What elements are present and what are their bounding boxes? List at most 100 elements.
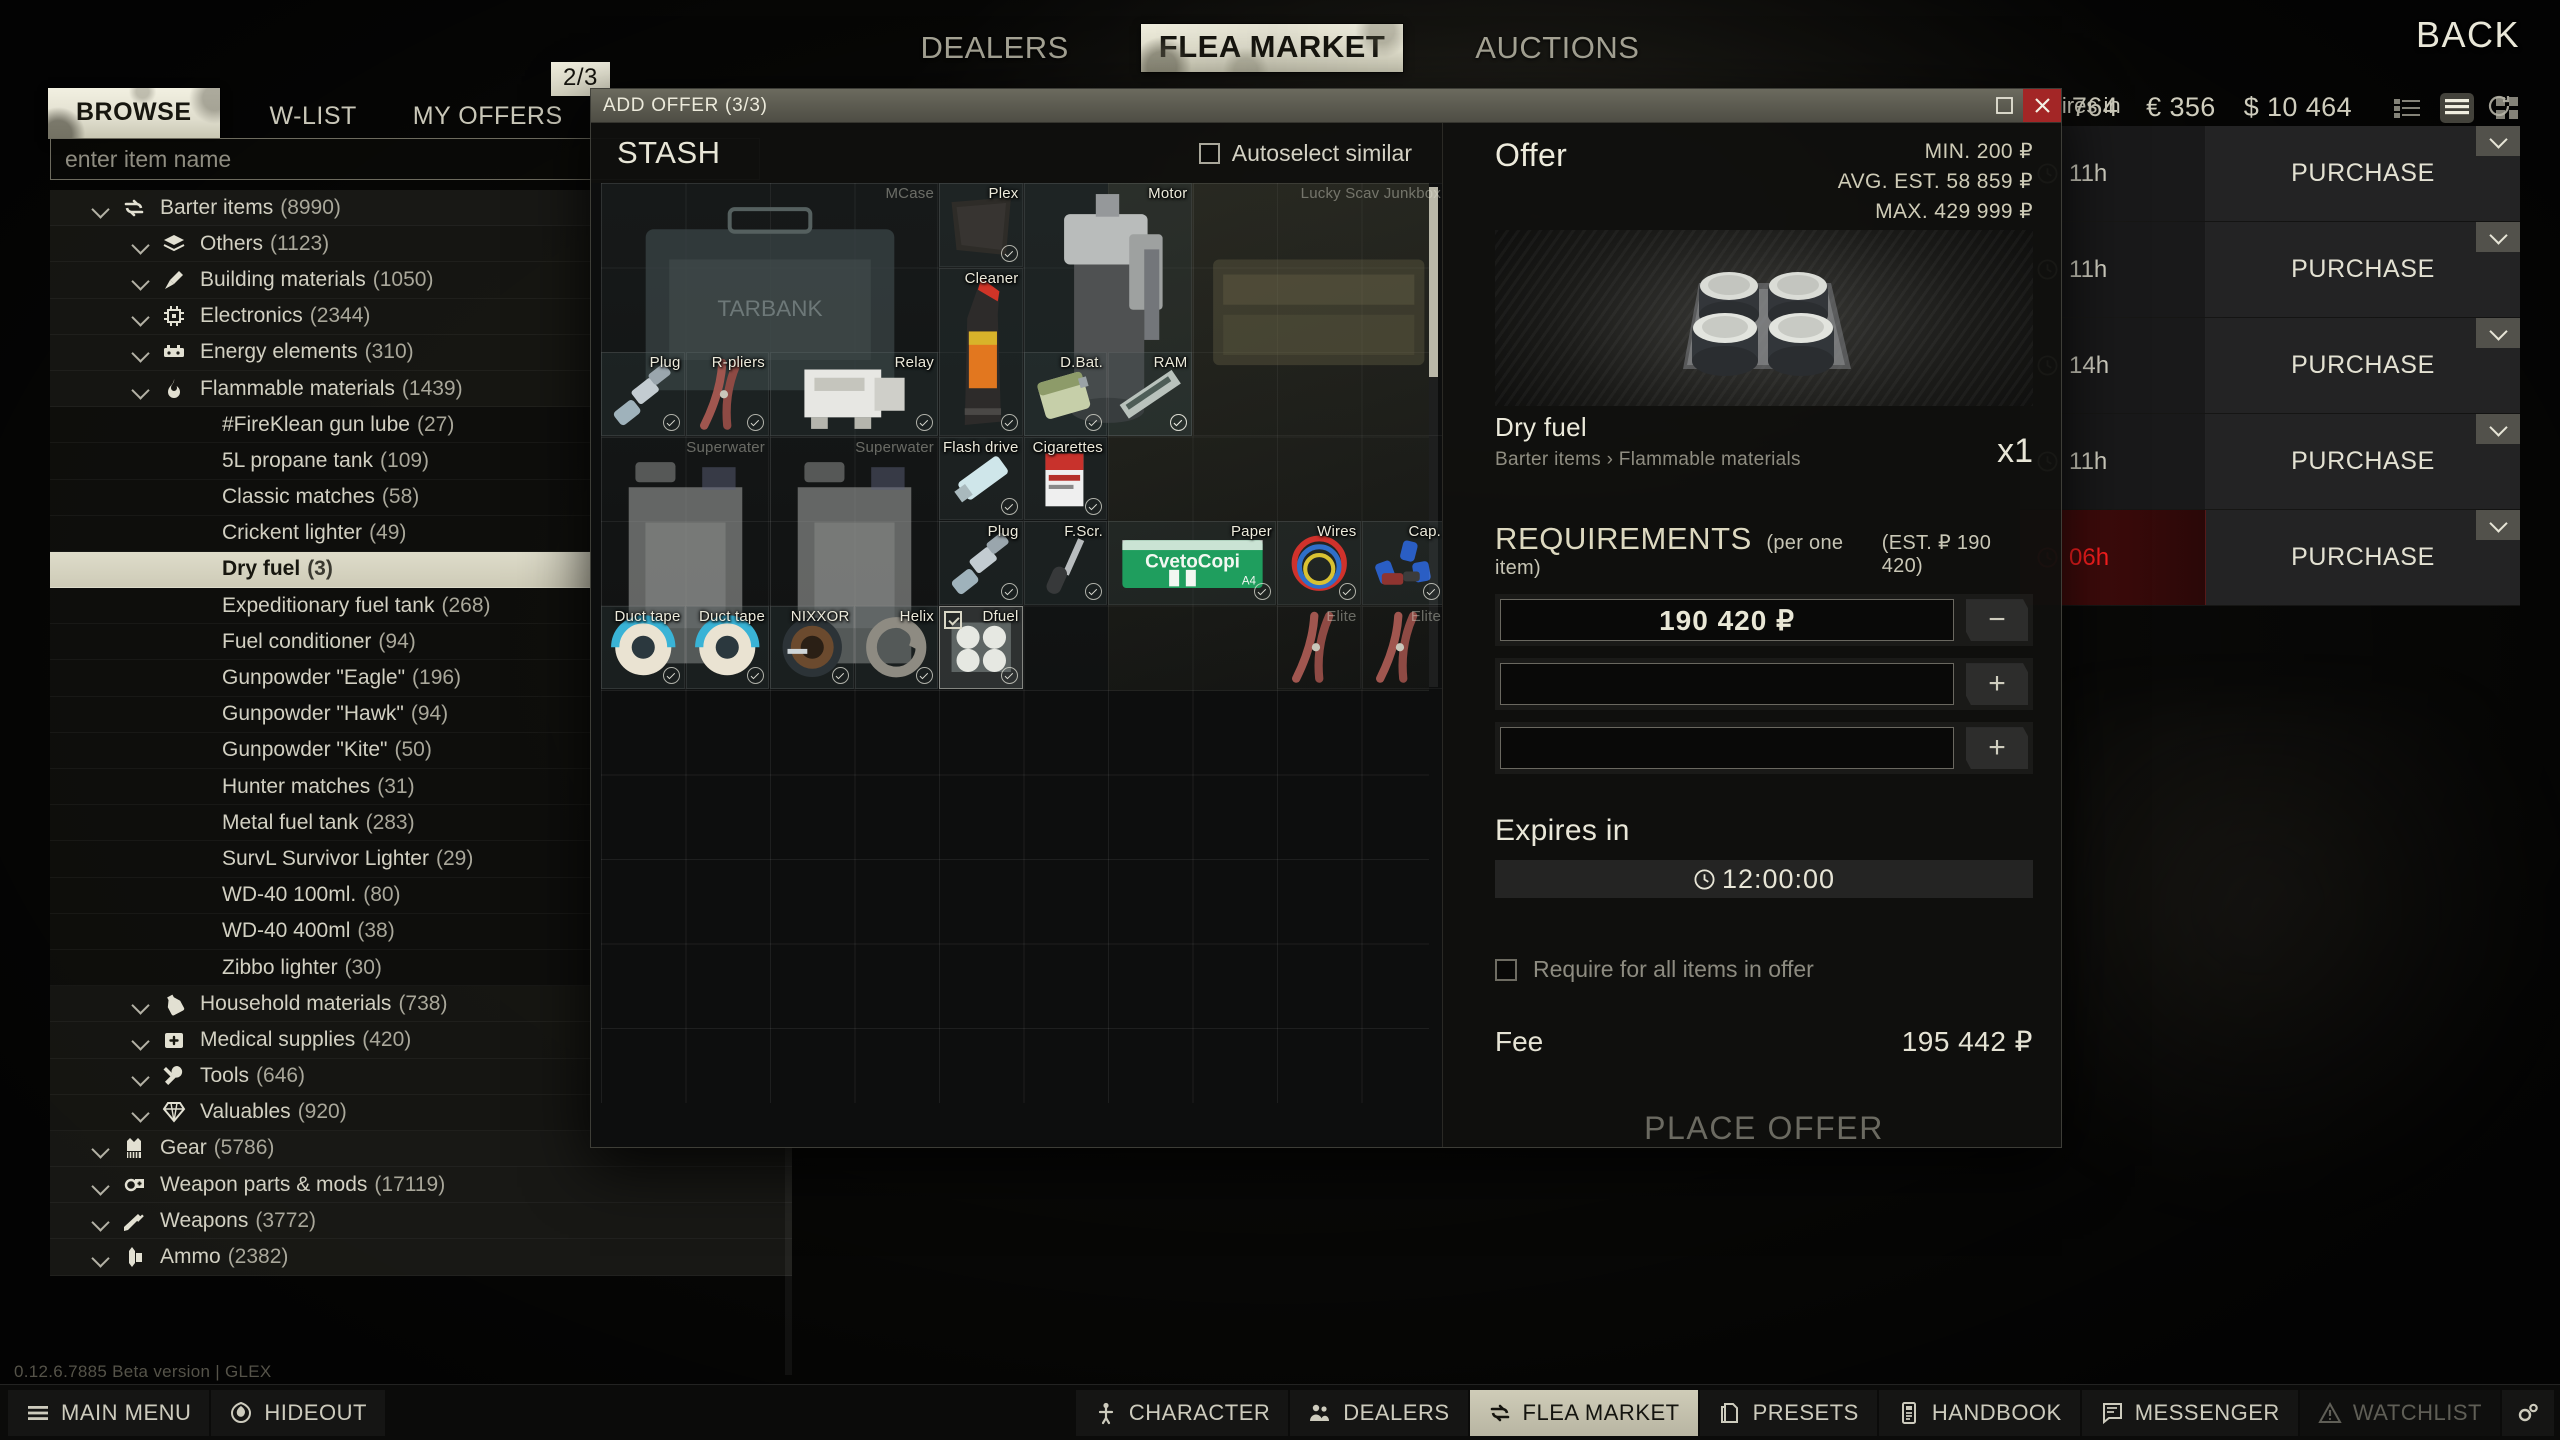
grid-icon[interactable]: [2490, 93, 2524, 123]
chevron-down-icon[interactable]: [130, 233, 152, 255]
chevron-down-icon[interactable]: [90, 1174, 112, 1196]
purchase-button[interactable]: PURCHASE: [2206, 510, 2520, 605]
chevron-down-icon[interactable]: [2476, 318, 2520, 348]
list-icon[interactable]: [2440, 92, 2474, 123]
stash-item-cell[interactable]: R-pliers: [685, 352, 769, 436]
stash-item-label: Wires: [1317, 523, 1357, 540]
chevron-down-icon[interactable]: [2476, 222, 2520, 252]
tree-row-count: (310): [364, 340, 414, 364]
chevron-down-icon[interactable]: [130, 1065, 152, 1087]
stash-item-cell[interactable]: F.Scr.: [1023, 521, 1107, 605]
stash-item-cell[interactable]: Wires: [1277, 521, 1361, 605]
stash-item-cell[interactable]: Duct tape: [685, 605, 769, 689]
require-all-checkbox[interactable]: Require for all items in offer: [1495, 956, 2033, 983]
requirement-price-input[interactable]: [1500, 663, 1954, 706]
topnav-item-dealers[interactable]: DEALERS: [911, 26, 1079, 70]
stash-item-cell[interactable]: Lucky Scav Junkbox: [1192, 183, 1442, 436]
taskbar-dealers[interactable]: DEALERS: [1290, 1389, 1468, 1436]
purchase-button[interactable]: PURCHASE: [2206, 222, 2520, 317]
stash-item-cell[interactable]: Cleaner: [939, 267, 1023, 436]
character-icon: [1094, 1401, 1118, 1425]
requirement-plus-button[interactable]: +: [1966, 663, 2028, 706]
tree-row-count: (646): [256, 1064, 306, 1088]
clock-icon: [1694, 869, 1715, 890]
chevron-down-icon[interactable]: [2476, 510, 2520, 540]
settings-gear-icon: [2516, 1401, 2540, 1425]
stash-item-cell[interactable]: NIXXOR: [770, 605, 854, 689]
expires-in-value[interactable]: 12:00:00: [1495, 860, 2033, 898]
requirement-minus-button[interactable]: −: [1966, 599, 2028, 642]
chevron-down-icon[interactable]: [130, 378, 152, 400]
subtab-w-list[interactable]: W-LIST: [264, 94, 363, 139]
compact-list-icon[interactable]: [2390, 93, 2424, 123]
modal-titlebar[interactable]: ADD OFFER (3/3): [591, 89, 2061, 123]
offer-list-row[interactable]: 11h PURCHASE: [2020, 222, 2520, 318]
item-found-in-raid-icon: [1085, 413, 1102, 431]
taskbar-handbook[interactable]: HANDBOOK: [1878, 1389, 2080, 1436]
taskbar-main-menu[interactable]: MAIN MENU: [8, 1389, 210, 1436]
chevron-down-icon[interactable]: [130, 993, 152, 1015]
topnav-item-auctions[interactable]: AUCTIONS: [1465, 26, 1649, 70]
stash-item-label: Superwater: [855, 438, 934, 456]
chevron-down-icon[interactable]: [130, 269, 152, 291]
chevron-down-icon[interactable]: [130, 1101, 152, 1123]
purchase-button[interactable]: PURCHASE: [2206, 126, 2520, 221]
stash-grid[interactable]: TARBANK MCase Plex Motor Lucky Scav Junkbox C…: [591, 183, 1442, 1147]
chevron-down-icon[interactable]: [90, 1210, 112, 1232]
close-icon[interactable]: [2023, 89, 2061, 122]
chevron-down-icon[interactable]: [90, 1137, 112, 1159]
stash-item-cell[interactable]: Helix: [854, 605, 938, 689]
stash-item-cell[interactable]: Plug: [939, 521, 1023, 605]
taskbar-settings[interactable]: [2502, 1389, 2554, 1436]
taskbar-messenger[interactable]: MESSENGER: [2081, 1389, 2298, 1436]
chevron-down-icon[interactable]: [90, 197, 112, 219]
topnav-item-flea-market[interactable]: FLEA MARKET: [1140, 24, 1404, 72]
stash-item-cell[interactable]: Plex: [939, 183, 1023, 267]
tree-row-ammo[interactable]: Ammo (2382): [50, 1239, 792, 1276]
chevron-down-icon[interactable]: [90, 1246, 112, 1268]
offer-item-name: Dry fuel: [1495, 412, 1587, 443]
chevron-down-icon[interactable]: [2476, 414, 2520, 444]
taskbar-character[interactable]: CHARACTER: [1075, 1389, 1289, 1436]
subtab-my-offers[interactable]: MY OFFERS: [407, 94, 569, 139]
autoselect-similar-checkbox[interactable]: Autoselect similar: [1198, 140, 1412, 167]
stash-item-cell[interactable]: Cigarettes: [1023, 436, 1107, 520]
stash-item-cell[interactable]: Duct tape: [601, 605, 685, 689]
checkbox-checked-icon[interactable]: [944, 610, 962, 629]
stash-item-cell[interactable]: Dfuel: [939, 605, 1023, 689]
stash-item-cell[interactable]: RAM: [1108, 352, 1192, 436]
purchase-button[interactable]: PURCHASE: [2206, 318, 2520, 413]
requirement-price-input[interactable]: 190 420 ₽: [1500, 599, 1954, 642]
chevron-down-icon[interactable]: [130, 1029, 152, 1051]
rifle-icon: [120, 1208, 148, 1234]
stash-item-cell[interactable]: CvetoCopi A4 Paper: [1108, 521, 1276, 605]
restore-icon[interactable]: [1985, 89, 2023, 122]
taskbar-flea-market[interactable]: FLEA MARKET: [1469, 1389, 1698, 1436]
purchase-button[interactable]: PURCHASE: [2206, 414, 2520, 509]
chevron-down-icon[interactable]: [130, 341, 152, 363]
taskbar-hideout[interactable]: HIDEOUT: [211, 1389, 385, 1436]
stash-item-cell[interactable]: D.Bat.: [1023, 352, 1107, 436]
stash-item-cell[interactable]: Plug: [601, 352, 685, 436]
tree-row-weapons[interactable]: Weapons (3772): [50, 1203, 792, 1240]
offer-list-row[interactable]: 11h PURCHASE: [2020, 414, 2520, 510]
requirement-price-input[interactable]: [1500, 727, 1954, 770]
taskbar: MAIN MENU HIDEOUT CHARACTER DEALERS FLEA MA…: [0, 1384, 2560, 1440]
offer-list-row[interactable]: 11h PURCHASE: [2020, 126, 2520, 222]
stash-item-label: Relay: [894, 354, 934, 371]
offer-list-row[interactable]: 14h PURCHASE: [2020, 318, 2520, 414]
chevron-down-icon[interactable]: [2476, 126, 2520, 156]
offer-list-row[interactable]: 06h PURCHASE: [2020, 510, 2520, 606]
stash-item-cell[interactable]: Flash drive: [939, 436, 1023, 520]
tree-row-weapon-parts-mods[interactable]: Weapon parts & mods (17119): [50, 1167, 792, 1204]
chevron-down-icon[interactable]: [130, 305, 152, 327]
stash-item-cell[interactable]: Relay: [770, 352, 938, 436]
offer-expires-value: 11h: [2069, 447, 2108, 475]
taskbar-watchlist[interactable]: WATCHLIST: [2299, 1389, 2500, 1436]
tree-row-count: (1439): [401, 376, 463, 400]
requirement-plus-button[interactable]: +: [1966, 727, 2028, 770]
item-found-in-raid-icon: [1000, 413, 1018, 431]
stash-item-cell[interactable]: Elite: [1277, 605, 1361, 689]
taskbar-presets[interactable]: PRESETS: [1699, 1389, 1877, 1436]
place-offer-button[interactable]: PLACE OFFER: [1495, 1110, 2033, 1147]
